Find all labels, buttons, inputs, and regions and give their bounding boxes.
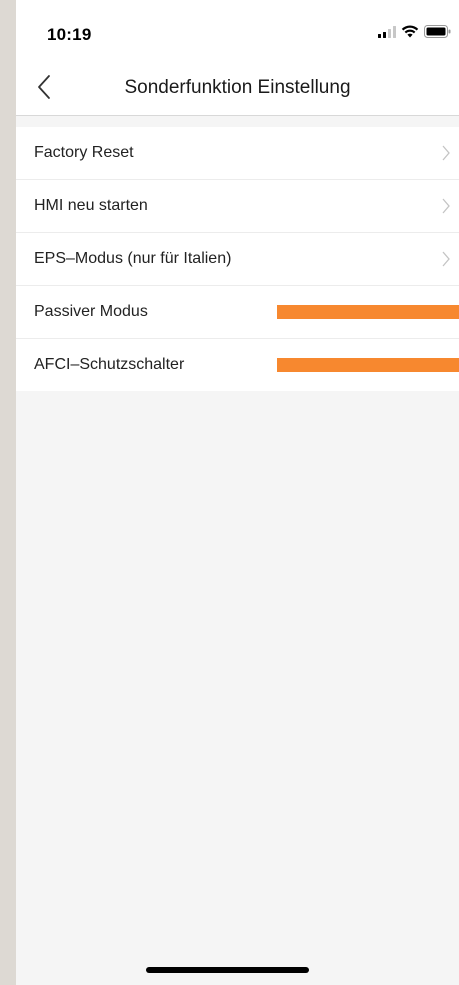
battery-icon [424,25,451,43]
status-icons [378,25,451,43]
list-item-passive-mode[interactable]: Passiver Modus [16,286,459,339]
status-bar: 10:19 [16,0,459,60]
signal-icon [378,25,396,43]
list-item-label: HMI neu starten [34,197,148,214]
list-item-label: EPS–Modus (nur für Italien) [34,250,232,267]
navigation-bar: Sonderfunktion Einstellung [16,60,459,116]
home-indicator[interactable] [146,967,309,973]
list-item-eps-mode[interactable]: EPS–Modus (nur für Italien) [16,233,459,286]
page-title: Sonderfunktion Einstellung [124,77,351,98]
settings-list: Factory Reset HMI neu starten EPS–Modus … [16,127,459,391]
phone-screen: 10:19 Sonderfunktion Einstellung Factory… [16,0,459,985]
status-time: 10:19 [47,25,92,44]
chevron-right-icon [442,145,450,161]
orange-highlight-bar [277,358,459,372]
orange-highlight-bar [277,305,459,319]
chevron-right-icon [442,251,450,267]
list-item-afci-switch[interactable]: AFCI–Schutzschalter [16,339,459,391]
list-item-label: AFCI–Schutzschalter [34,356,185,373]
list-item-label: Factory Reset [34,144,134,161]
list-item-factory-reset[interactable]: Factory Reset [16,127,459,180]
chevron-right-icon [442,198,450,214]
list-item-label: Passiver Modus [34,303,148,320]
list-item-hmi-restart[interactable]: HMI neu starten [16,180,459,233]
wifi-icon [401,25,419,43]
